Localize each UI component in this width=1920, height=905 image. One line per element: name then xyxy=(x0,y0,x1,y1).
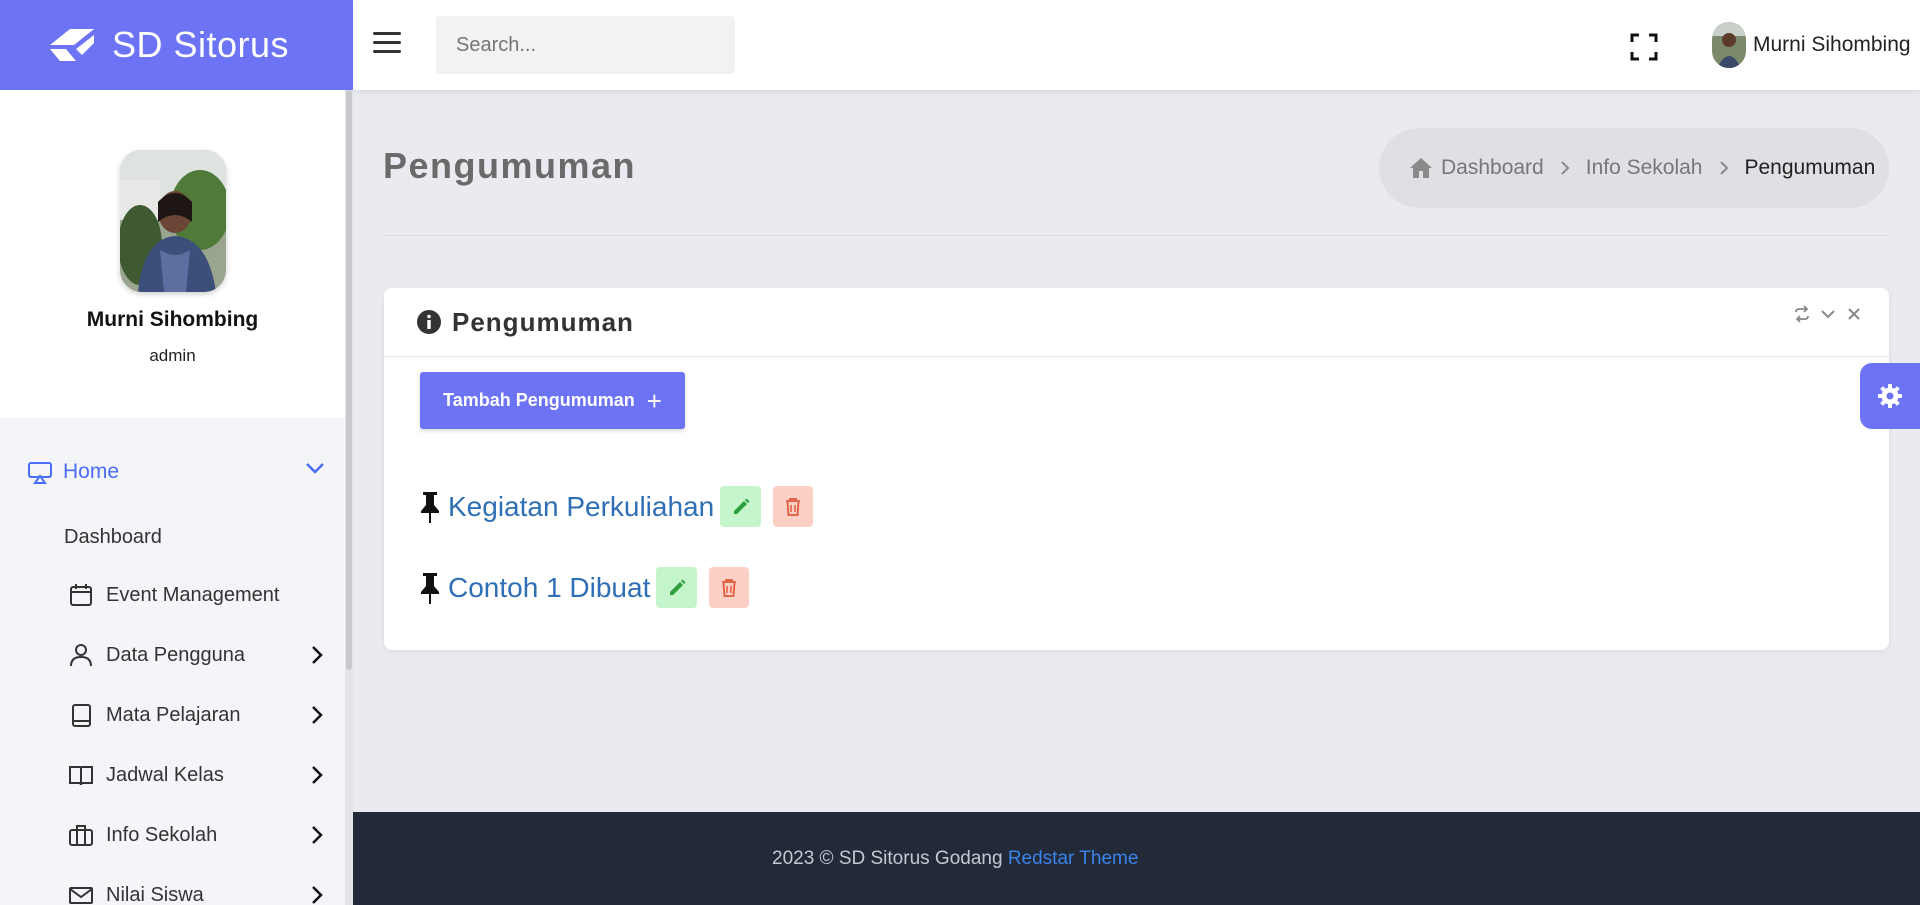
chevron-right-icon xyxy=(1719,161,1728,175)
breadcrumb-info-sekolah[interactable]: Info Sekolah xyxy=(1586,156,1703,180)
sidebar-scrollbar[interactable] xyxy=(345,90,353,905)
sidebar-item-mata-pelajaran[interactable]: Mata Pelajaran xyxy=(68,702,330,728)
avatar xyxy=(1712,22,1746,68)
search-box xyxy=(436,16,735,74)
page-title: Pengumuman xyxy=(383,145,637,186)
profile-avatar xyxy=(119,150,226,292)
logo-icon xyxy=(50,29,94,61)
sidebar-item-label: Mata Pelajaran xyxy=(106,703,241,726)
pencil-icon xyxy=(733,498,750,514)
pencil-icon xyxy=(669,579,686,595)
sidebar-item-home[interactable]: Home xyxy=(27,459,327,485)
gear-icon xyxy=(1878,384,1902,408)
topbar: Murni Sihombing xyxy=(353,0,1920,90)
sidebar-item-info-sekolah[interactable]: Info Sekolah xyxy=(68,822,330,848)
chevron-right-icon xyxy=(1561,161,1570,175)
footer-theme-link[interactable]: Redstar Theme xyxy=(1008,848,1139,869)
chevron-down-icon[interactable] xyxy=(305,461,325,475)
chevron-down-icon[interactable] xyxy=(1819,305,1837,323)
breadcrumb: Dashboard Info Sekolah Pengumuman xyxy=(1379,128,1889,208)
edit-button[interactable] xyxy=(720,486,762,527)
mail-icon xyxy=(69,887,93,904)
menu-toggle-icon[interactable] xyxy=(373,32,401,56)
chevron-right-icon xyxy=(312,646,323,664)
brand[interactable]: SD Sitorus xyxy=(0,0,353,90)
profile-role: admin xyxy=(149,346,196,365)
divider xyxy=(383,235,1889,236)
sidebar-item-label: Home xyxy=(63,460,120,483)
add-button-label: Tambah Pengumuman xyxy=(443,390,635,410)
sidebar: Murni Sihombing admin Home Dashboard Eve… xyxy=(0,90,345,905)
card-header: Pengumuman xyxy=(384,288,1889,357)
close-icon[interactable] xyxy=(1845,305,1863,323)
footer-copyright: 2023 © SD Sitorus Godang xyxy=(772,848,1003,869)
home-icon[interactable] xyxy=(1409,157,1433,179)
sidebar-item-nilai-siswa[interactable]: Nilai Siswa xyxy=(68,882,330,905)
breadcrumb-dashboard[interactable]: Dashboard xyxy=(1441,156,1544,180)
sidebar-item-data-pengguna[interactable]: Data Pengguna xyxy=(68,642,330,668)
briefcase-icon xyxy=(69,825,93,846)
pin-icon xyxy=(421,572,439,604)
user-menu[interactable]: Murni Sihombing xyxy=(1712,22,1911,68)
settings-button[interactable] xyxy=(1860,363,1920,429)
monitor-icon xyxy=(28,462,52,484)
trash-icon xyxy=(722,578,737,597)
profile-name: Murni Sihombing xyxy=(86,308,259,331)
sidebar-item-label: Nilai Siswa xyxy=(106,883,204,905)
delete-button[interactable] xyxy=(773,486,814,527)
list-item: Contoh 1 Dibuat xyxy=(418,567,750,608)
announcement-link[interactable]: Kegiatan Perkuliahan xyxy=(448,491,714,523)
sidebar-item-label: Jadwal Kelas xyxy=(106,763,224,786)
sidebar-profile: Murni Sihombing admin xyxy=(0,90,345,418)
delete-button[interactable] xyxy=(709,567,750,608)
open-book-icon xyxy=(69,766,93,786)
edit-button[interactable] xyxy=(656,567,698,608)
sidebar-item-dashboard[interactable]: Dashboard xyxy=(64,526,162,549)
refresh-icon[interactable] xyxy=(1793,305,1811,323)
chevron-right-icon xyxy=(312,766,323,784)
card-title: Pengumuman xyxy=(452,306,634,337)
sidebar-item-label: Info Sekolah xyxy=(106,823,218,846)
footer: 2023 © SD Sitorus Godang Redstar Theme xyxy=(353,812,1920,905)
sidebar-menu: Home Dashboard Event Management Data Pen… xyxy=(0,418,345,905)
book-icon xyxy=(72,704,91,727)
announcement-card: Pengumuman Tambah Pengumuman + Kegiatan … xyxy=(384,288,1889,650)
calendar-icon xyxy=(70,584,92,606)
sidebar-item-event-management[interactable]: Event Management xyxy=(68,582,330,608)
info-icon xyxy=(417,310,441,334)
user-icon xyxy=(70,644,92,667)
breadcrumb-current: Pengumuman xyxy=(1744,156,1876,179)
brand-title: SD Sitorus xyxy=(112,24,290,65)
fullscreen-icon[interactable] xyxy=(1630,33,1658,61)
chevron-right-icon xyxy=(312,826,323,844)
plus-icon: + xyxy=(646,385,662,416)
search-input[interactable] xyxy=(456,33,721,57)
chevron-right-icon xyxy=(312,706,323,724)
announcement-link[interactable]: Contoh 1 Dibuat xyxy=(448,572,650,604)
list-item: Kegiatan Perkuliahan xyxy=(418,486,814,527)
footer-text: 2023 © SD Sitorus Godang Redstar Theme xyxy=(772,848,1138,870)
user-name: Murni Sihombing xyxy=(1753,33,1911,56)
pin-icon xyxy=(421,491,439,523)
add-announcement-button[interactable]: Tambah Pengumuman + xyxy=(420,372,685,429)
trash-icon xyxy=(786,497,801,516)
sidebar-item-label: Event Management xyxy=(106,583,280,606)
card-tools xyxy=(1793,305,1863,323)
sidebar-item-label: Data Pengguna xyxy=(106,643,246,666)
sidebar-item-jadwal-kelas[interactable]: Jadwal Kelas xyxy=(68,762,330,788)
chevron-right-icon xyxy=(312,886,323,904)
